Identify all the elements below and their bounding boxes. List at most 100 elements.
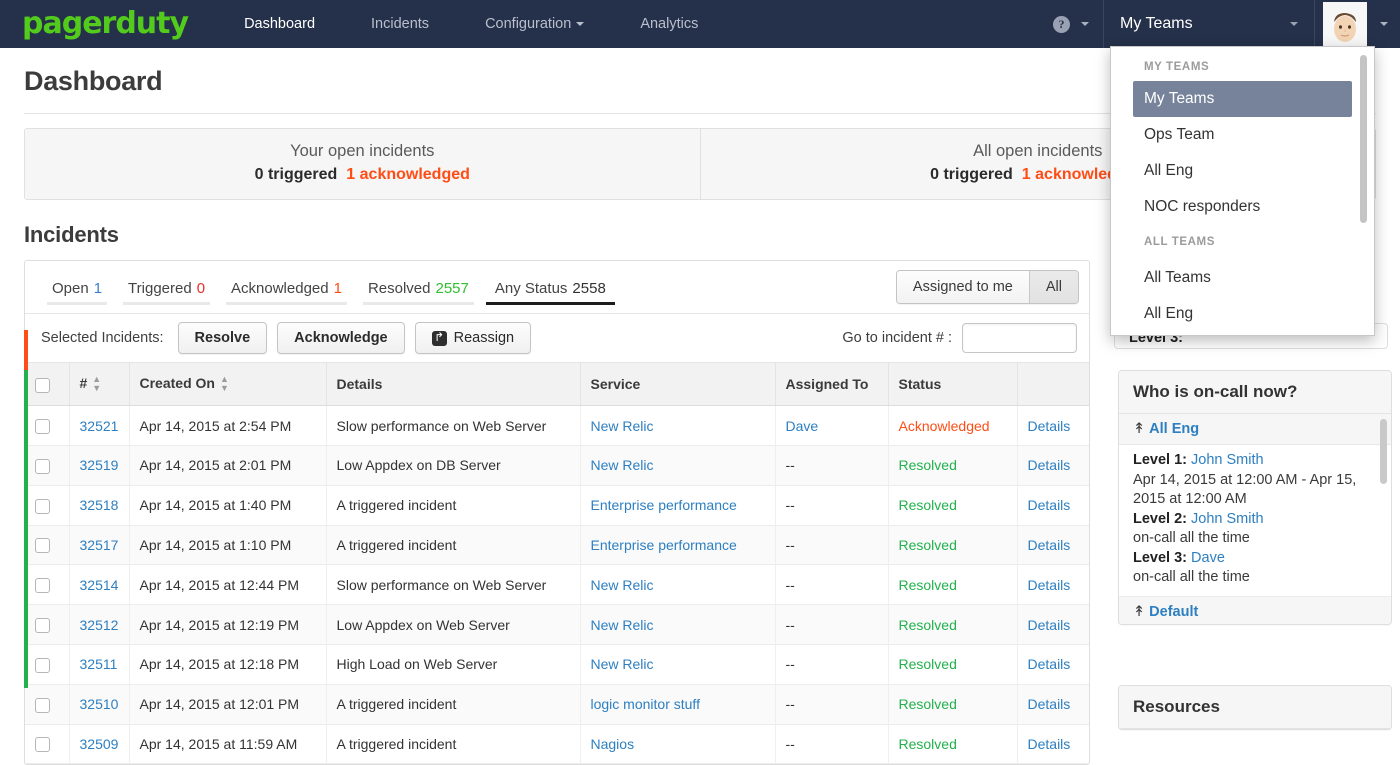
incident-number-link[interactable]: 32519	[80, 457, 119, 473]
row-details-link[interactable]: Details	[1028, 696, 1071, 712]
select-all-checkbox[interactable]	[35, 378, 50, 393]
goto-incident-group: Go to incident # :	[842, 323, 1077, 353]
sort-icon[interactable]: ▲▼	[220, 375, 229, 393]
row-details-link[interactable]: Details	[1028, 457, 1071, 473]
service-link[interactable]: Enterprise performance	[591, 537, 737, 553]
row-checkbox[interactable]	[35, 499, 50, 514]
row-details-link[interactable]: Details	[1028, 736, 1071, 752]
tab-resolved[interactable]: Resolved2557	[355, 264, 482, 310]
dropdown-item-ops-team[interactable]: Ops Team	[1111, 117, 1374, 153]
incident-number-cell: 32509	[69, 724, 129, 764]
chevron-down-icon	[1380, 22, 1388, 26]
column-details: Details	[326, 363, 580, 406]
service-link[interactable]: New Relic	[591, 418, 654, 434]
on-call-level-3-window: on-call all the time	[1133, 568, 1377, 588]
table-row[interactable]: 32512Apr 14, 2015 at 12:19 PMLow Appdex …	[25, 605, 1090, 645]
service-link[interactable]: Nagios	[591, 736, 635, 752]
dropdown-scrollbar[interactable]	[1360, 55, 1367, 329]
on-call-scroll-area[interactable]: ↟All Eng Level 1: John Smith Apr 14, 201…	[1119, 414, 1391, 624]
incident-number-link[interactable]: 32511	[80, 656, 118, 672]
dropdown-section-my-teams-header: MY TEAMS	[1111, 47, 1374, 81]
created-on-cell: Apr 14, 2015 at 2:01 PM	[129, 446, 326, 486]
service-link[interactable]: New Relic	[591, 656, 654, 672]
row-checkbox[interactable]	[35, 698, 50, 713]
on-call-level-3-person[interactable]: Dave	[1191, 550, 1225, 566]
tab-triggered-label: Triggered	[128, 280, 192, 297]
row-details-link[interactable]: Details	[1028, 418, 1071, 434]
table-row[interactable]: 32509Apr 14, 2015 at 11:59 AMA triggered…	[25, 724, 1090, 764]
row-checkbox[interactable]	[35, 459, 50, 474]
row-details-link[interactable]: Details	[1028, 537, 1071, 553]
nav-link-dashboard[interactable]: Dashboard	[216, 0, 343, 48]
filter-all-button[interactable]: All	[1029, 271, 1078, 303]
table-row[interactable]: 32510Apr 14, 2015 at 12:01 PMA triggered…	[25, 684, 1090, 724]
dropdown-item-all-teams[interactable]: All Teams	[1111, 256, 1374, 296]
dropdown-item-noc-responders[interactable]: NOC responders	[1111, 189, 1374, 225]
resolve-button[interactable]: Resolve	[178, 322, 268, 354]
status-cell: Acknowledged	[888, 406, 1017, 446]
dropdown-scrollbar-thumb[interactable]	[1360, 55, 1367, 223]
dropdown-item-all-eng[interactable]: All Eng	[1111, 153, 1374, 189]
reassign-button[interactable]: Reassign	[415, 322, 531, 354]
tab-any-status[interactable]: Any Status2558	[482, 264, 619, 310]
help-menu-button[interactable]: ?	[1039, 16, 1103, 33]
on-call-level-1-person[interactable]: John Smith	[1191, 452, 1264, 468]
service-link[interactable]: Enterprise performance	[591, 497, 737, 513]
dropdown-item-all-teams-all-eng[interactable]: All Eng	[1111, 296, 1374, 332]
table-row[interactable]: 32511Apr 14, 2015 at 12:18 PMHigh Load o…	[25, 645, 1090, 685]
row-details-link[interactable]: Details	[1028, 577, 1071, 593]
row-details-link[interactable]: Details	[1028, 656, 1071, 672]
created-on-cell: Apr 14, 2015 at 1:10 PM	[129, 525, 326, 565]
teams-selector-button[interactable]: My Teams	[1103, 0, 1315, 48]
filter-assigned-to-me-button[interactable]: Assigned to me	[897, 271, 1029, 303]
table-row[interactable]: 32519Apr 14, 2015 at 2:01 PMLow Appdex o…	[25, 446, 1090, 486]
row-checkbox[interactable]	[35, 618, 50, 633]
on-call-scrollbar-thumb[interactable]	[1380, 419, 1387, 484]
service-link[interactable]: New Relic	[591, 617, 654, 633]
assignee-link[interactable]: Dave	[786, 418, 819, 434]
nav-link-analytics[interactable]: Analytics	[612, 0, 726, 48]
table-row[interactable]: 32517Apr 14, 2015 at 1:10 PMA triggered …	[25, 525, 1090, 565]
row-checkbox[interactable]	[35, 578, 50, 593]
column-created-on[interactable]: Created On▲▼	[129, 363, 326, 406]
incident-number-link[interactable]: 32521	[80, 418, 119, 434]
incident-number-link[interactable]: 32509	[80, 736, 119, 752]
tab-resolved-count: 2557	[436, 280, 469, 297]
on-call-level-2-person[interactable]: John Smith	[1191, 511, 1264, 527]
nav-link-dashboard-label: Dashboard	[244, 16, 315, 32]
goto-incident-input[interactable]	[962, 323, 1077, 353]
status-cell: Resolved	[888, 645, 1017, 685]
tab-open[interactable]: Open1	[39, 264, 115, 310]
incident-number-link[interactable]: 32518	[80, 497, 119, 513]
on-call-level-3-label: Level 3:	[1133, 550, 1187, 566]
pagerduty-logo[interactable]: pagerduty	[22, 9, 188, 39]
incident-number-link[interactable]: 32514	[80, 577, 119, 593]
table-row[interactable]: 32521Apr 14, 2015 at 2:54 PMSlow perform…	[25, 406, 1090, 446]
row-checkbox[interactable]	[35, 737, 50, 752]
row-checkbox[interactable]	[35, 658, 50, 673]
status-badge: Acknowledged	[899, 418, 990, 434]
row-checkbox[interactable]	[35, 419, 50, 434]
row-details-link[interactable]: Details	[1028, 497, 1071, 513]
dropdown-item-my-teams[interactable]: My Teams	[1133, 81, 1352, 117]
nav-link-configuration[interactable]: Configuration	[457, 0, 612, 48]
schedule-group-all-eng[interactable]: ↟All Eng	[1119, 414, 1391, 445]
tab-triggered[interactable]: Triggered0	[115, 264, 218, 310]
service-link[interactable]: New Relic	[591, 457, 654, 473]
row-checkbox[interactable]	[35, 538, 50, 553]
incident-number-link[interactable]: 32510	[80, 696, 119, 712]
incident-number-link[interactable]: 32512	[80, 617, 119, 633]
column-number[interactable]: #▲▼	[69, 363, 129, 406]
user-menu-button[interactable]	[1315, 2, 1400, 46]
acknowledge-button[interactable]: Acknowledge	[277, 322, 404, 354]
nav-link-incidents[interactable]: Incidents	[343, 0, 457, 48]
table-row[interactable]: 32518Apr 14, 2015 at 1:40 PMA triggered …	[25, 485, 1090, 525]
row-details-link[interactable]: Details	[1028, 617, 1071, 633]
incident-number-link[interactable]: 32517	[80, 537, 119, 553]
tab-acknowledged[interactable]: Acknowledged1	[218, 264, 355, 310]
service-link[interactable]: New Relic	[591, 577, 654, 593]
table-row[interactable]: 32514Apr 14, 2015 at 12:44 PMSlow perfor…	[25, 565, 1090, 605]
service-link[interactable]: logic monitor stuff	[591, 696, 700, 712]
schedule-group-default[interactable]: ↟Default	[1119, 597, 1391, 624]
sort-icon[interactable]: ▲▼	[92, 375, 101, 393]
